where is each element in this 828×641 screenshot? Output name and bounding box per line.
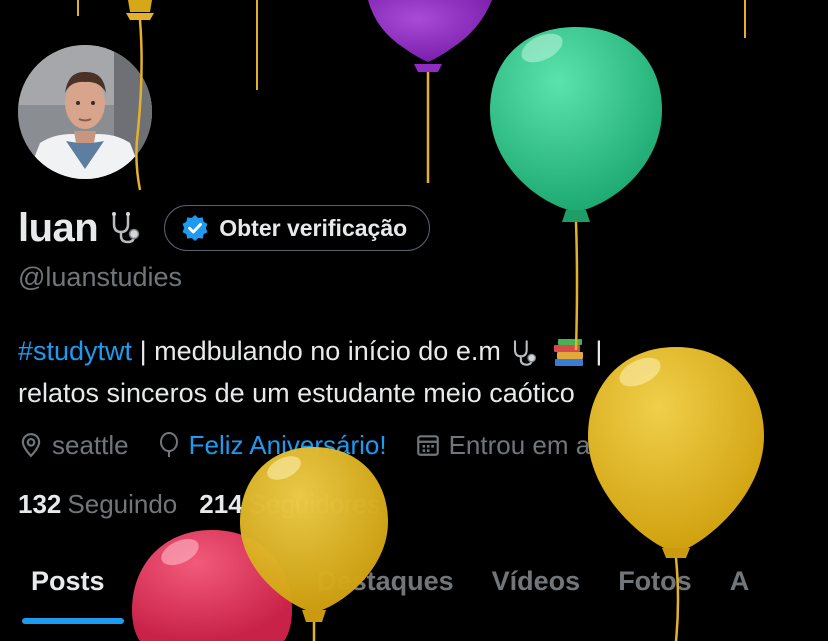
tab-posts[interactable]: Posts — [31, 566, 105, 597]
bio-separator-trailing: | — [595, 336, 603, 366]
display-name: luan — [18, 205, 99, 250]
tab-highlights[interactable]: Destaques — [317, 566, 454, 597]
location-pin-icon — [21, 433, 41, 458]
balloon-icon — [159, 432, 178, 457]
name-row: luan Obter verificação — [18, 200, 431, 256]
avatar-photo — [18, 45, 152, 179]
balloon-purple — [368, 0, 492, 183]
followers-count[interactable]: 214 — [199, 489, 242, 520]
username-handle: @luanstudies — [18, 262, 183, 292]
balloon-green — [490, 27, 662, 351]
bio-line-2: relatos sinceros de um estudante meio ca… — [18, 378, 575, 408]
joined-text: Entrou em abril de 2021 — [448, 429, 727, 460]
profile-page: luan Obter verificação @luanstudies #stu… — [0, 0, 828, 641]
tab-videos[interactable]: Vídeos — [492, 566, 581, 597]
profile-tabs: Posts Respostas Destaques Vídeos Fotos A — [0, 548, 828, 614]
tab-replies[interactable]: Respostas — [143, 566, 280, 597]
calendar-icon — [416, 435, 439, 456]
birthday-item[interactable]: Feliz Aniversário! — [157, 430, 387, 461]
followers-label[interactable]: Seguidores — [249, 489, 381, 520]
stethoscope-icon — [112, 212, 140, 244]
get-verified-label: Obter verificação — [219, 214, 408, 241]
avatar[interactable] — [18, 45, 152, 179]
bio: #studytwt | medbulando no início do e.m … — [18, 330, 818, 414]
location-text: seattle — [52, 429, 129, 460]
joined-item: Entrou em abril de 2021 — [415, 430, 753, 461]
get-verified-button[interactable]: Obter verificação — [164, 205, 431, 251]
active-tab-indicator — [22, 618, 124, 624]
bio-separator: | — [139, 336, 147, 366]
chevron-right-icon[interactable] — [734, 432, 752, 458]
location-item: seattle — [18, 430, 129, 461]
stethoscope-emoji-icon — [514, 340, 537, 366]
profile-meta: seattle Feliz Aniversário! Entrou em abr… — [18, 426, 780, 464]
books-emoji-icon — [553, 338, 583, 366]
tab-more[interactable]: A — [730, 566, 750, 597]
verified-badge-icon — [182, 215, 208, 241]
tab-photos[interactable]: Fotos — [618, 566, 692, 597]
birthday-link[interactable]: Feliz Aniversário! — [189, 430, 387, 461]
following-count[interactable]: 132 — [18, 489, 61, 520]
follow-stats: 132 Seguindo 214 Seguidores — [18, 486, 402, 522]
bio-line-1: medbulando no início do e.m — [154, 336, 501, 366]
bio-hashtag-link[interactable]: #studytwt — [18, 336, 132, 366]
following-label[interactable]: Seguindo — [67, 489, 177, 520]
